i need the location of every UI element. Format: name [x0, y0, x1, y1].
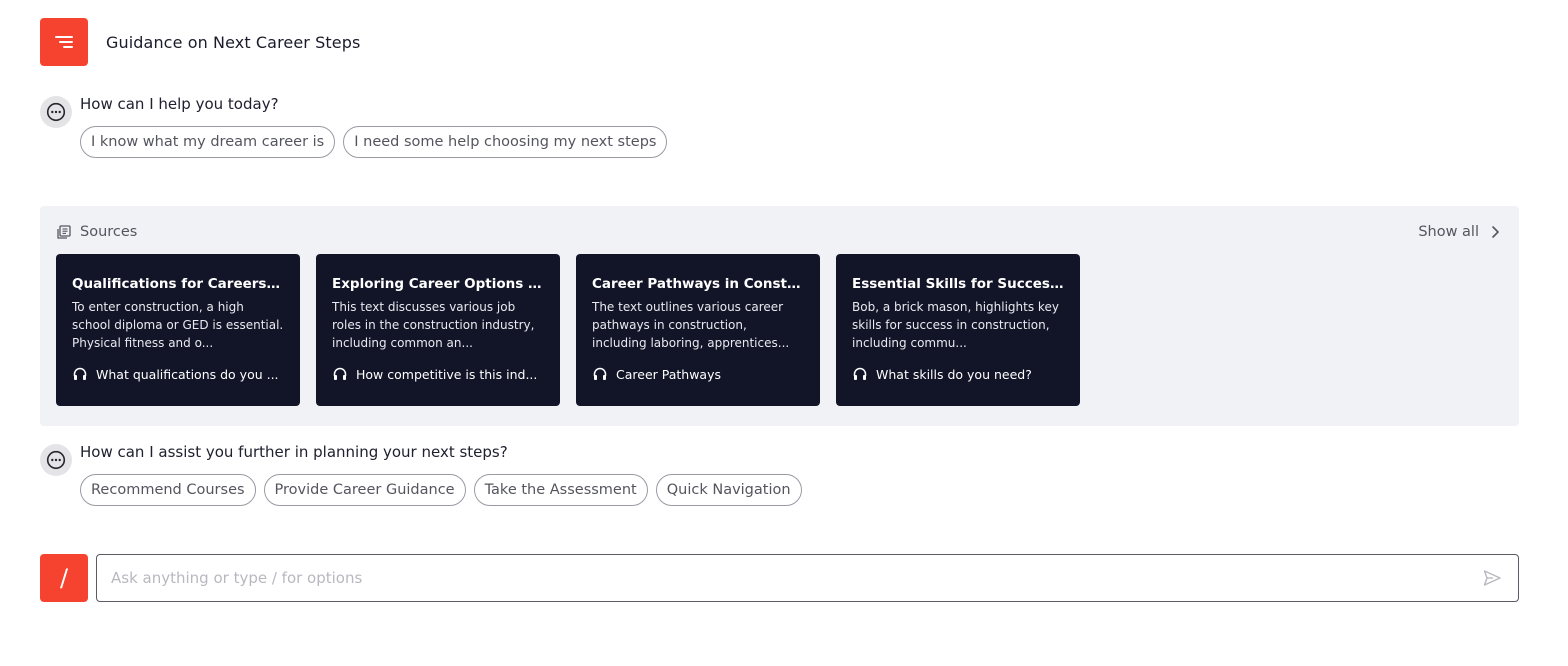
chevron-right-icon — [1492, 226, 1499, 238]
source-card-footer: What qualifications do you ... — [96, 366, 279, 382]
chat-bubble-icon — [46, 102, 66, 122]
source-card-description: This text discusses various job roles in… — [332, 300, 535, 350]
send-icon — [1483, 570, 1501, 586]
headphones-icon — [853, 367, 867, 380]
assistant-message-text: How can I assist you further in planning… — [80, 443, 508, 461]
quick-replies: I know what my dream career is I need so… — [80, 126, 668, 158]
source-card-title: Exploring Career Options in ... — [332, 276, 544, 292]
assistant-avatar — [40, 444, 72, 476]
quick-replies: Recommend Courses Provide Career Guidanc… — [80, 474, 802, 506]
chat-bubble-icon — [46, 450, 66, 470]
source-card-title: Qualifications for Careers i... — [72, 276, 284, 292]
quick-reply-dream-career[interactable]: I know what my dream career is — [80, 126, 336, 158]
slash-commands-button[interactable]: / — [40, 554, 88, 602]
menu-icon — [55, 36, 73, 48]
header: Guidance on Next Career Steps — [40, 18, 360, 66]
menu-button[interactable] — [40, 18, 88, 66]
source-card-footer: Career Pathways — [616, 366, 721, 382]
page-title: Guidance on Next Career Steps — [106, 32, 361, 52]
headphones-icon — [73, 367, 87, 380]
assistant-message: How can I assist you further in planning… — [40, 442, 802, 506]
source-card[interactable]: Essential Skills for Success i... Bob, a… — [836, 254, 1080, 406]
headphones-icon — [593, 367, 607, 380]
source-cards: Qualifications for Careers i... To enter… — [56, 254, 1080, 406]
quick-reply-help-choosing[interactable]: I need some help choosing my next steps — [343, 126, 668, 158]
sources-panel: Sources Show all Qualifications for Care… — [40, 206, 1519, 426]
source-card-footer: How competitive is this ind... — [356, 366, 538, 382]
assistant-message: How can I help you today? I know what my… — [40, 94, 668, 158]
source-card-description: Bob, a brick mason, highlights key skill… — [852, 300, 1059, 350]
quick-reply-take-assessment[interactable]: Take the Assessment — [473, 474, 648, 506]
source-card[interactable]: Qualifications for Careers i... To enter… — [56, 254, 300, 406]
quick-reply-career-guidance[interactable]: Provide Career Guidance — [263, 474, 466, 506]
sources-label: Sources — [80, 224, 138, 240]
source-card-description: To enter construction, a high school dip… — [72, 300, 284, 350]
source-card-title: Essential Skills for Success i... — [852, 276, 1064, 292]
source-card-description: The text outlines various career pathway… — [592, 300, 790, 350]
assistant-avatar — [40, 96, 72, 128]
chat-input-wrapper — [96, 554, 1519, 602]
quick-reply-quick-navigation[interactable]: Quick Navigation — [655, 474, 802, 506]
sources-icon — [57, 225, 71, 239]
show-all-label: Show all — [1418, 224, 1479, 240]
source-card-title: Career Pathways in Constr... — [592, 276, 804, 292]
show-all-button[interactable]: Show all — [1418, 224, 1503, 240]
send-button[interactable] — [1480, 566, 1504, 590]
quick-reply-recommend-courses[interactable]: Recommend Courses — [80, 474, 256, 506]
source-card-footer: What skills do you need? — [876, 366, 1032, 382]
assistant-message-text: How can I help you today? — [80, 95, 279, 113]
headphones-icon — [333, 367, 347, 380]
composer: / — [40, 554, 1519, 602]
source-card[interactable]: Career Pathways in Constr... The text ou… — [576, 254, 820, 406]
chat-input[interactable] — [111, 569, 1480, 587]
source-card[interactable]: Exploring Career Options in ... This tex… — [316, 254, 560, 406]
